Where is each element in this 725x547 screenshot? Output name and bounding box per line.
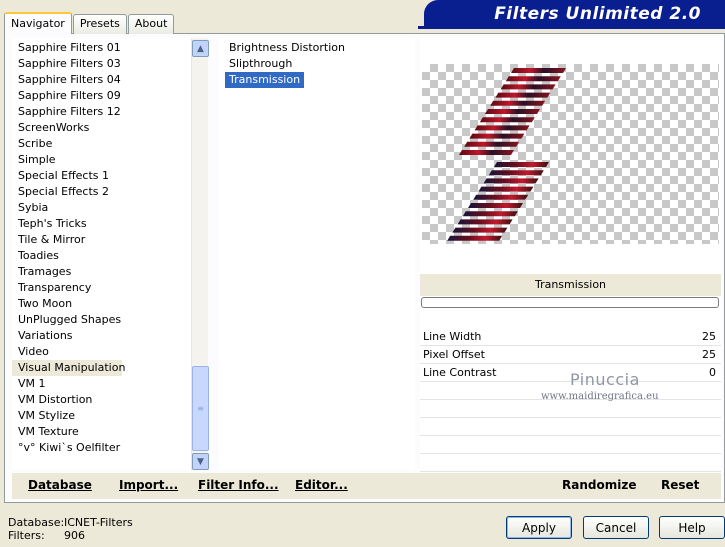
preview-stripe	[468, 203, 523, 208]
category-item[interactable]: Simple	[12, 152, 192, 168]
category-item[interactable]: °v° Kiwi`s Oelfilter	[12, 440, 192, 456]
param-label: Line Width	[423, 330, 482, 343]
preview-stripe	[494, 162, 549, 167]
category-item[interactable]: Sapphire Filters 09	[12, 88, 192, 104]
preview-stripe	[473, 194, 529, 200]
param-value: 0	[709, 366, 716, 379]
preview-stripe	[511, 68, 566, 73]
category-item[interactable]: Sapphire Filters 04	[12, 72, 192, 88]
category-item[interactable]: Sapphire Filters 03	[12, 56, 192, 72]
category-item[interactable]: Sybia	[12, 200, 192, 216]
app-title: Filters Unlimited 2.0	[424, 0, 725, 28]
preview-stripe	[500, 84, 556, 90]
tab-navigator[interactable]: Navigator	[4, 12, 72, 34]
category-item[interactable]: UnPlugged Shapes	[12, 312, 192, 328]
database-label: Database:	[8, 516, 65, 529]
category-item[interactable]: Transparency	[12, 280, 192, 296]
category-item[interactable]: VM 1	[12, 376, 192, 392]
filter-item-selected[interactable]: Transmission	[225, 72, 305, 88]
preview-stripe	[505, 76, 561, 82]
preview-stripe	[488, 170, 544, 176]
database-value: ICNET-Filters	[64, 516, 133, 529]
category-item[interactable]: Special Effects 2	[12, 184, 192, 200]
preview-stripe	[485, 109, 540, 114]
category-item[interactable]: Special Effects 1	[12, 168, 192, 184]
import-button[interactable]: Import...	[119, 478, 178, 492]
category-item-selected[interactable]: Visual Manipulation	[12, 360, 125, 376]
category-item[interactable]: VM Distortion	[12, 392, 192, 408]
filter-list[interactable]: Brightness Distortion Slipthrough Transm…	[219, 38, 415, 470]
preview-image	[422, 64, 719, 244]
param-line-width[interactable]: Line Width 25	[420, 328, 721, 346]
filter-item[interactable]: Brightness Distortion	[225, 40, 349, 56]
tab-about[interactable]: About	[127, 14, 175, 34]
filters-count-value: 906	[64, 529, 85, 542]
param-slot-empty	[420, 436, 721, 454]
param-slot-empty	[420, 418, 721, 436]
preview-stripe	[495, 92, 551, 98]
preview-stripe	[469, 133, 525, 139]
category-item[interactable]: Teph's Tricks	[12, 216, 192, 232]
randomize-button[interactable]: Randomize	[562, 478, 636, 492]
chevron-down-icon: ▼	[197, 456, 204, 467]
chevron-up-icon: ▲	[197, 43, 204, 54]
filters-count-label: Filters:	[8, 529, 45, 542]
category-item[interactable]: ScreenWorks	[12, 120, 192, 136]
preview-stripe	[462, 211, 518, 217]
category-list[interactable]: Sapphire Filters 01 Sapphire Filters 03 Sa…	[12, 38, 208, 470]
scroll-thumb[interactable]: ≡	[192, 366, 209, 451]
preview-artwork	[447, 68, 566, 241]
help-button[interactable]: Help	[659, 516, 725, 539]
preview-stripe	[490, 100, 546, 106]
category-item[interactable]: Tile & Mirror	[12, 232, 192, 248]
category-scrollbar[interactable]: ▲ ≡ ▼	[191, 38, 209, 470]
reset-button[interactable]: Reset	[661, 478, 699, 492]
category-item[interactable]: VM Texture	[12, 424, 192, 440]
param-value: 25	[702, 330, 716, 343]
preview-stripe	[474, 125, 530, 131]
database-button[interactable]: Database	[28, 478, 92, 492]
watermark-name: Pinuccia	[570, 370, 640, 389]
cancel-button[interactable]: Cancel	[583, 516, 649, 539]
category-item[interactable]: VM Stylize	[12, 408, 192, 424]
watermark-url: www.maidiregrafica.eu	[541, 391, 659, 402]
category-item[interactable]: Video	[12, 344, 192, 360]
param-pixel-offset[interactable]: Pixel Offset 25	[420, 346, 721, 364]
category-item[interactable]: Toadies	[12, 248, 192, 264]
grip-icon: ≡	[197, 404, 204, 413]
editor-button[interactable]: Editor...	[295, 478, 348, 492]
filter-item[interactable]: Slipthrough	[225, 56, 296, 72]
preview-stripe	[464, 141, 520, 147]
preview-stripe	[452, 227, 508, 233]
tab-bar: Navigator Presets About	[4, 12, 175, 34]
filter-info-button[interactable]: Filter Info...	[198, 478, 279, 492]
category-item[interactable]: Variations	[12, 328, 192, 344]
category-item[interactable]: Scribe	[12, 136, 192, 152]
tab-presets[interactable]: Presets	[72, 14, 127, 34]
preview-stripe	[457, 219, 513, 225]
category-item[interactable]: Two Moon	[12, 296, 192, 312]
category-item[interactable]: Tramages	[12, 264, 192, 280]
progress-bar	[421, 297, 719, 308]
param-label: Pixel Offset	[423, 348, 485, 361]
preview-stripe	[459, 150, 514, 155]
scroll-up-button[interactable]: ▲	[192, 40, 209, 57]
apply-button[interactable]: Apply	[506, 516, 572, 539]
param-slot-empty	[420, 400, 721, 418]
category-item[interactable]: Sapphire Filters 12	[12, 104, 192, 120]
param-value: 25	[702, 348, 716, 361]
scroll-down-button[interactable]: ▼	[192, 453, 209, 470]
category-item[interactable]: Sapphire Filters 01	[12, 40, 192, 56]
current-filter-name: Transmission	[420, 274, 721, 296]
preview-stripe	[483, 178, 539, 184]
preview-stripe	[447, 235, 503, 241]
preview-stripe	[478, 186, 534, 192]
param-slot-empty	[420, 454, 721, 472]
preview-stripe	[479, 117, 535, 123]
